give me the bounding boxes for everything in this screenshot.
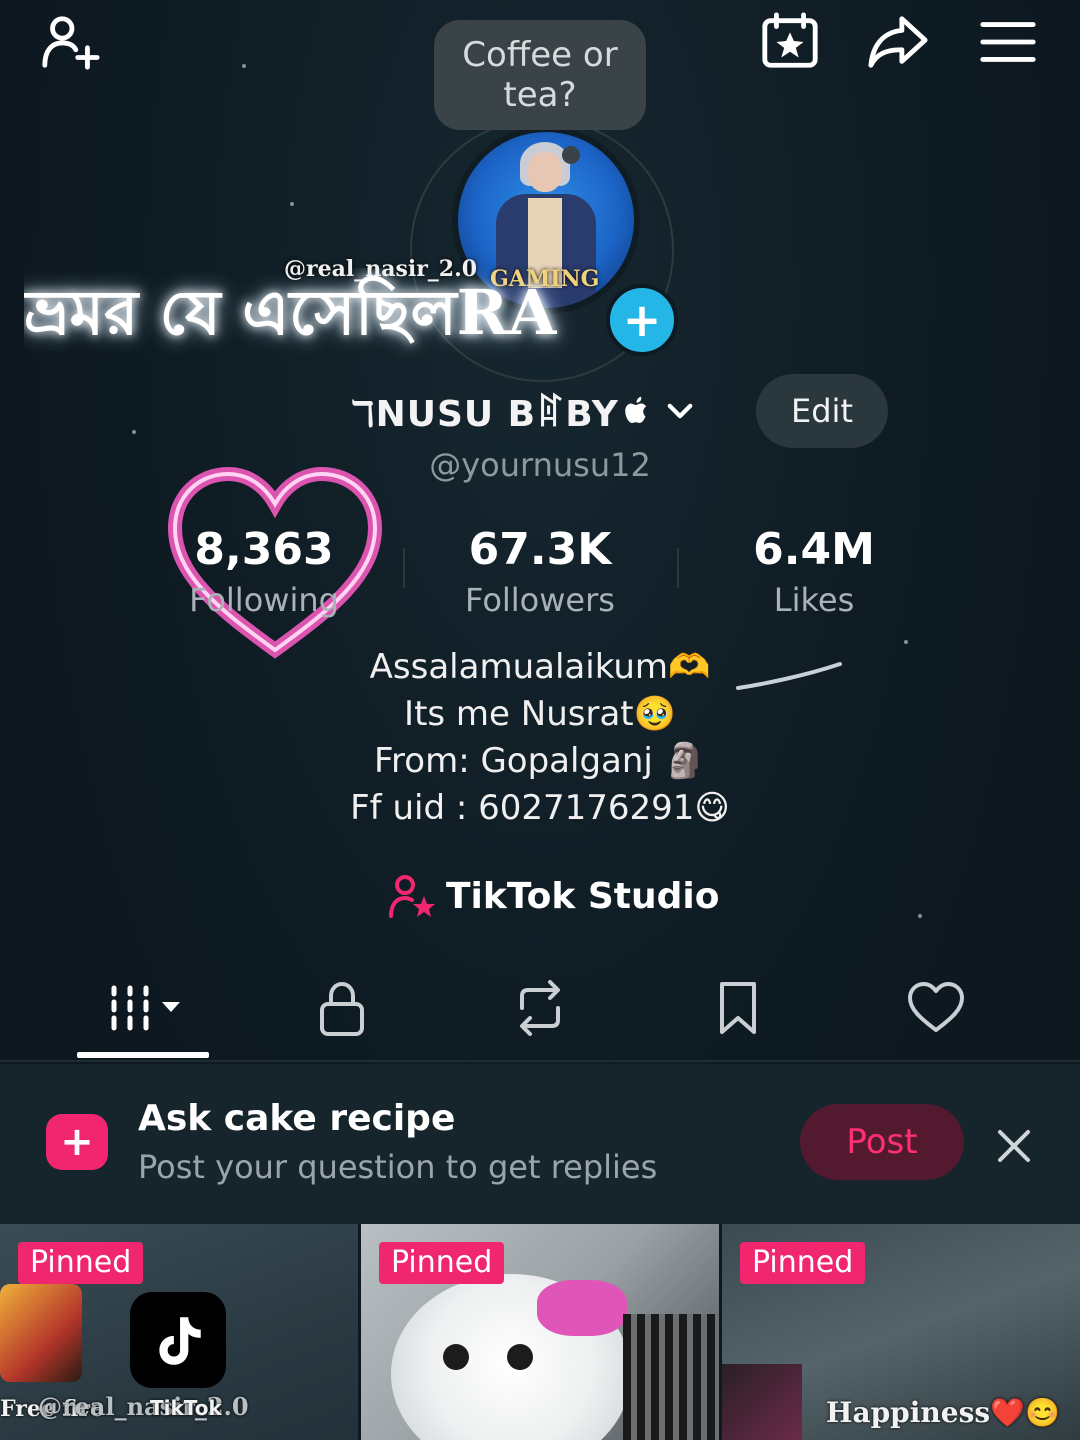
bio-line: Assalamualaikum🫶	[369, 647, 711, 687]
video-text-overlay: ভ্রমর যে এসেছিলRA	[24, 276, 557, 349]
active-tab-indicator	[77, 1052, 209, 1058]
studio-label: TikTok Studio	[446, 875, 720, 917]
share-button[interactable]	[866, 10, 930, 74]
scribble-decoration	[736, 662, 842, 690]
freefire-logo-image	[0, 1284, 82, 1382]
video-grid: Pinned Free fire @real_nasir_2.0 TikTok …	[0, 1224, 1080, 1440]
bio-line: Ff uid : 6027176291😋	[350, 788, 730, 828]
stat-likes[interactable]: 6.4M Likes	[684, 520, 944, 620]
stat-following[interactable]: 8,363 Following	[134, 520, 394, 620]
display-name-row[interactable]: ℸNUSU BꍏBY	[350, 376, 697, 446]
bio-line: Its me Nusrat🥹	[404, 694, 676, 734]
pink-bow	[537, 1280, 627, 1336]
profile-tabs	[0, 960, 1080, 1062]
tiktok-studio-link[interactable]: TikTok Studio	[388, 866, 719, 926]
menu-button[interactable]	[976, 10, 1040, 74]
tiktok-logo-label: TikTok	[150, 1396, 222, 1420]
events-button[interactable]	[758, 10, 822, 74]
tab-liked[interactable]	[866, 960, 1006, 1056]
stat-value: 8,363	[194, 524, 334, 575]
stat-label: Following	[189, 581, 339, 619]
tab-videos[interactable]	[74, 960, 214, 1056]
star-dot	[918, 914, 922, 918]
stat-divider	[677, 548, 679, 588]
stat-value: 67.3K	[468, 524, 612, 575]
question-prompt-card: + Ask cake recipe Post your question to …	[0, 1064, 1080, 1224]
chevron-down-icon	[667, 403, 693, 419]
bookmark-icon	[720, 982, 756, 1034]
star-dot	[290, 202, 294, 206]
pinned-badge: Pinned	[740, 1242, 866, 1284]
close-icon[interactable]	[990, 1122, 1038, 1170]
bio-line: From: Gopalganj 🗿	[373, 741, 707, 781]
kitten-eye	[443, 1344, 469, 1370]
striped-object	[623, 1314, 719, 1440]
stat-label: Likes	[773, 581, 855, 619]
collage-image	[722, 1364, 802, 1440]
lock-icon	[320, 981, 364, 1036]
tab-favorites[interactable]	[668, 960, 808, 1056]
add-friends-button[interactable]	[38, 10, 102, 74]
avatar-figure-head	[528, 152, 562, 192]
prompt-subtitle: Post your question to get replies	[138, 1148, 658, 1186]
stat-followers[interactable]: 67.3K Followers	[410, 520, 670, 620]
status-note-bubble[interactable]: Coffee or tea?	[434, 20, 646, 130]
studio-icon	[389, 875, 435, 918]
star-dot	[242, 64, 246, 68]
tiktok-note-icon	[159, 1317, 201, 1365]
tab-private[interactable]	[272, 960, 412, 1056]
stat-label: Followers	[465, 581, 615, 619]
bio: Assalamualaikum🫶 Its me Nusrat🥹 From: Go…	[0, 644, 1080, 832]
display-name: ℸNUSU BꍏBY	[350, 394, 619, 435]
post-button[interactable]: Post	[800, 1104, 964, 1180]
hamburger-menu-icon	[980, 22, 1036, 62]
video-thumbnail[interactable]: Pinned Happiness❤️😊	[722, 1224, 1080, 1440]
prompt-title: Ask cake recipe	[138, 1098, 456, 1139]
videos-grid-icon	[111, 985, 180, 1031]
apple-icon	[625, 396, 647, 423]
bubble-tail	[562, 146, 580, 164]
person-plus-icon	[42, 16, 100, 70]
video-thumbnail[interactable]: Pinned	[361, 1224, 719, 1440]
status-note-text: Coffee or tea?	[462, 35, 618, 115]
star-dot	[132, 430, 136, 434]
add-story-button[interactable]: +	[606, 284, 678, 356]
tab-reposts[interactable]	[470, 960, 610, 1056]
add-question-icon: +	[46, 1114, 108, 1170]
pinned-badge: Pinned	[379, 1242, 505, 1284]
tiktok-logo	[130, 1292, 226, 1388]
edit-profile-button[interactable]: Edit	[756, 374, 888, 448]
video-caption: Happiness❤️😊	[826, 1396, 1060, 1429]
plus-icon: +	[622, 293, 662, 347]
repost-icon	[520, 980, 560, 1036]
stat-divider	[403, 548, 405, 588]
stat-value: 6.4M	[753, 524, 875, 575]
share-arrow-icon	[868, 16, 928, 68]
pinned-badge: Pinned	[18, 1242, 144, 1284]
video-thumbnail[interactable]: Pinned Free fire @real_nasir_2.0 TikTok	[0, 1224, 358, 1440]
calendar-star-icon	[762, 12, 818, 68]
kitten-eye	[507, 1344, 533, 1370]
heart-icon	[908, 982, 964, 1032]
